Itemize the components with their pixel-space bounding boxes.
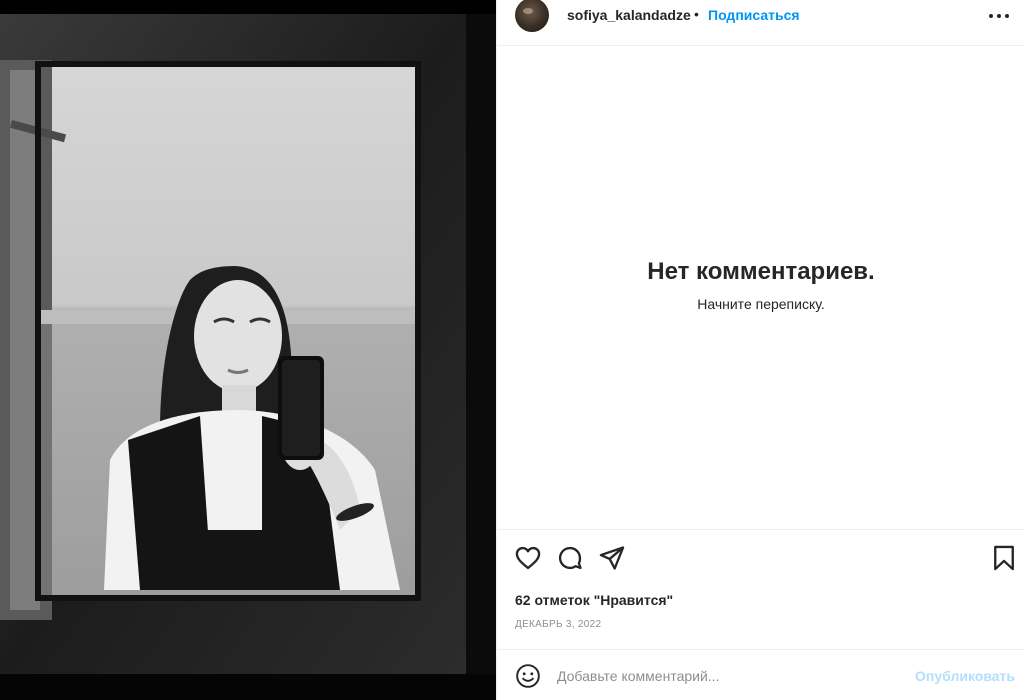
author-username[interactable]: sofiya_kalandadze bbox=[567, 7, 691, 23]
more-options-icon[interactable] bbox=[989, 6, 1011, 24]
follow-button[interactable]: Подписаться bbox=[708, 7, 800, 23]
share-icon[interactable] bbox=[598, 544, 626, 572]
comment-icon[interactable] bbox=[556, 544, 584, 572]
post-photo[interactable] bbox=[0, 0, 496, 700]
emoji-icon[interactable] bbox=[515, 663, 541, 689]
empty-comments: Нет комментариев. Начните переписку. bbox=[497, 258, 1024, 312]
comment-input[interactable] bbox=[557, 664, 887, 688]
post-date[interactable]: ДЕКАБРЬ 3, 2022 bbox=[515, 619, 601, 630]
comment-form: Опубликовать bbox=[497, 649, 1024, 700]
likes-count[interactable]: 62 отметок "Нравится" bbox=[515, 592, 673, 608]
post-photo-illustration bbox=[0, 0, 496, 700]
empty-comments-subtitle: Начните переписку. bbox=[697, 296, 825, 312]
post-header: sofiya_kalandadze • Подписаться bbox=[497, 0, 1024, 46]
post-side-panel: sofiya_kalandadze • Подписаться Нет комм… bbox=[496, 0, 1024, 700]
publish-comment-button[interactable]: Опубликовать bbox=[915, 668, 1015, 684]
empty-comments-title: Нет комментариев. bbox=[647, 258, 875, 285]
bookmark-icon[interactable] bbox=[990, 544, 1018, 572]
post-actions: 62 отметок "Нравится" ДЕКАБРЬ 3, 2022 bbox=[497, 529, 1024, 649]
heart-icon[interactable] bbox=[514, 544, 542, 572]
author-avatar[interactable] bbox=[515, 0, 549, 32]
header-separator: • bbox=[694, 6, 699, 22]
